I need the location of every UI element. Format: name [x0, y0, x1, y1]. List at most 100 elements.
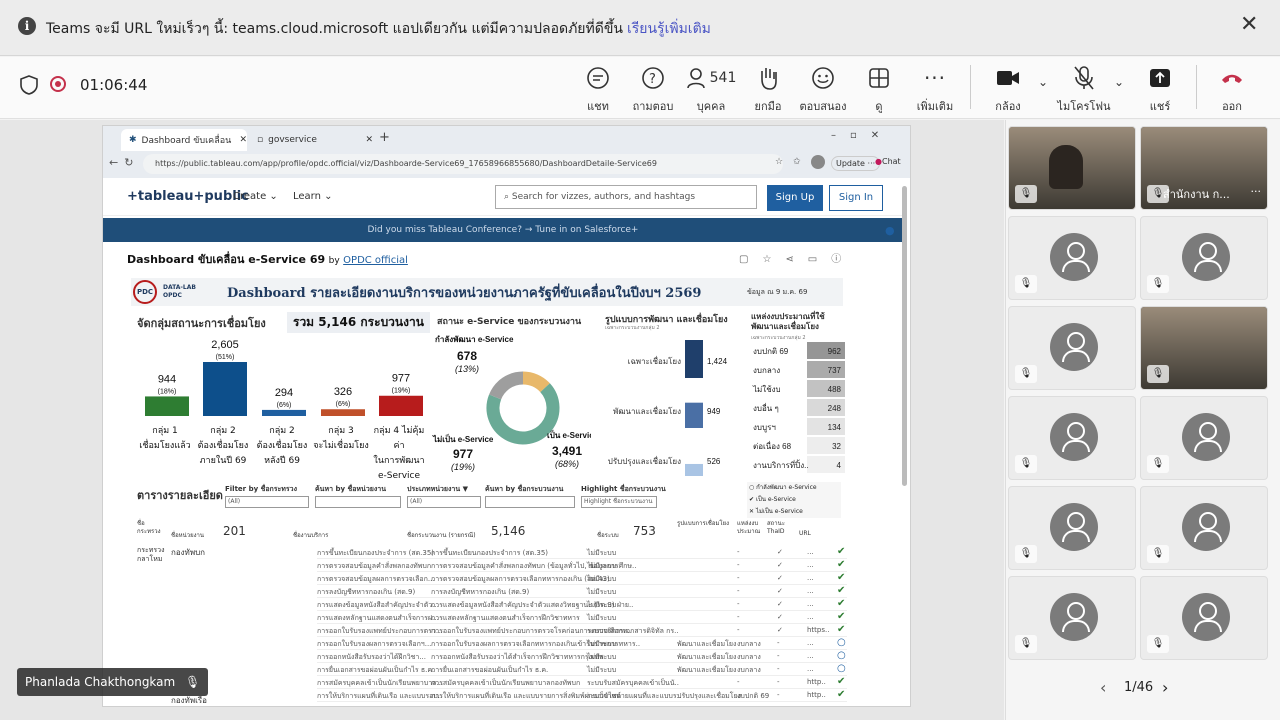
table-row[interactable]: การออกใบรับรองผลการตรวจเลือกฯ... การออกใบ…	[317, 637, 847, 650]
category-label-4: กลุ่ม 3 จะไม่เชื่อมโยง	[313, 426, 369, 451]
eservice-status-donut[interactable]: กำลังพัฒนา e-Service 678(13%) เป็น e-Servi…	[431, 328, 591, 480]
gallery-next-icon[interactable]: ›	[1162, 678, 1168, 697]
profile-avatar[interactable]	[811, 155, 825, 169]
tableau-search-input[interactable]: ⌕ Search for vizzes, authors, and hashta…	[495, 185, 757, 209]
category-label-1: กลุ่ม 1 เชื่อมโยงแล้ว	[139, 426, 191, 451]
table-row[interactable]: การออกหนังสือรับรองว่าได้ฝึกวิชา... การออ…	[317, 650, 847, 663]
share-button[interactable]: แชร์	[1130, 63, 1190, 115]
learn-more-link[interactable]: เรียนรู้เพิ่มเติม	[627, 21, 711, 37]
collections-icon[interactable]: ✩	[793, 157, 801, 167]
favorite-star-icon[interactable]: ☆	[775, 157, 783, 167]
more-button[interactable]: ··· เพิ่มเติม	[905, 63, 965, 115]
shield-icon[interactable]	[20, 75, 38, 95]
table-cell: ...	[807, 639, 814, 647]
bar	[262, 409, 306, 416]
browser-tab-govservice[interactable]: ▫ govservice ✕	[249, 129, 373, 151]
participant-tile[interactable]: 🎙	[1008, 396, 1136, 480]
table-row[interactable]: การแสดงหลักฐานแสดงตนสำเร็จการฝ... การแสดง…	[317, 611, 847, 624]
tableau-dashboard[interactable]: PDC DATA-LAB OPDC Dashboard รายละเอียดงา…	[131, 278, 873, 706]
mic-off-icon: 🎙	[185, 675, 201, 689]
camera-chevron-down-icon[interactable]: ⌄	[1038, 75, 1048, 89]
mic-chevron-down-icon[interactable]: ⌄	[1114, 75, 1124, 89]
update-button[interactable]: Update ···	[831, 156, 881, 171]
participant-tile[interactable]: 🎙	[1008, 306, 1136, 390]
people-button[interactable]: 541 บุคคล	[683, 63, 739, 115]
budget-source-table[interactable]: งบปกติ 69 962 งบกลาง 737 ไม่ใช้งบ 488 งบอื่น ๆ…	[751, 342, 845, 482]
svg-text:?: ?	[649, 72, 656, 87]
window-controls[interactable]: –▫✕	[831, 130, 893, 141]
leave-icon	[1202, 63, 1262, 93]
mic-off-icon: 🎙	[1147, 635, 1169, 653]
conference-banner[interactable]: Did you miss Tableau Conference? → Tune …	[103, 218, 903, 242]
table-row[interactable]: การยื่นเอกสารขอผ่อนผันเป็นกำไร ธ.ค. การยื…	[317, 663, 847, 676]
new-tab-icon[interactable]: +	[379, 130, 390, 145]
participant-tile[interactable]: 🎙	[1008, 486, 1136, 570]
lightbulb-icon[interactable]: ●	[885, 224, 895, 237]
nav-create[interactable]: Create ⌄	[233, 191, 278, 202]
leave-button[interactable]: ออก	[1202, 63, 1262, 115]
gallery-prev-icon[interactable]: ‹	[1100, 678, 1106, 697]
filter-label: ค้นหา by ชื่อกระบวนงาน	[485, 485, 564, 493]
table-row[interactable]: การออกใบรับรองแพทย์ประกอบการตรว... การออก…	[317, 624, 847, 637]
tableau-logo[interactable]: +tableau+public	[127, 189, 249, 204]
mic-button[interactable]: ไมโครโฟน	[1054, 63, 1114, 115]
table-cell: การสมัครบุคคลเข้าเป็นนักเรียนพยาบาล...	[317, 679, 444, 687]
participant-tile[interactable]: 🎙	[1008, 216, 1136, 300]
table-row[interactable]: การตรวจสอบข้อมูลผลการตรวจเลือก... การตรวจ…	[317, 572, 847, 585]
dev-value-label: 949	[707, 407, 721, 416]
address-bar[interactable]: https://public.tableau.com/app/profile/o…	[143, 154, 783, 174]
participant-tile[interactable]: 🎙	[1140, 306, 1268, 390]
dev-type-bar-chart[interactable]: เฉพาะเชื่อมโยง 1,424 พัฒนาและเชื่อมโยง 949 ป…	[605, 336, 745, 476]
view-button[interactable]: ดู	[849, 63, 909, 115]
react-button[interactable]: ตอบสนอง	[793, 63, 853, 115]
chat-button[interactable]: แชท	[568, 63, 628, 115]
tile-more-icon[interactable]: ···	[1251, 185, 1262, 198]
page-scrollbar[interactable]	[902, 186, 907, 486]
table-cell: การลงบัญชีทหารกองเกิน (สด.9)	[431, 588, 530, 596]
mic-off-icon: 🎙	[1015, 275, 1037, 293]
filter-input[interactable]: (All)	[225, 496, 309, 508]
bar-percent-label: (18%)	[158, 388, 177, 395]
camera-button[interactable]: กล้อง	[978, 63, 1038, 115]
participant-tile[interactable]: 🎙	[1008, 576, 1136, 660]
viz-action-icons[interactable]: ▢☆⋖▭ⓘ	[739, 250, 855, 265]
viz-title-row: Dashboard ขับเคลื่อน e-Service 69 by OPD…	[127, 250, 408, 268]
filter-input[interactable]	[485, 496, 575, 508]
table-row[interactable]: การตรวจสอบข้อมูลคำสั่งพลกองทัพบก การตรวจส…	[317, 559, 847, 572]
copilot-chat-button[interactable]: ●Chat	[875, 157, 901, 166]
nav-learn[interactable]: Learn ⌄	[293, 191, 333, 202]
table-row[interactable]: การลงบัญชีทหารกองเกิน (สด.9) การลงบัญชีทห…	[317, 585, 847, 598]
participant-tile[interactable]: 🎙	[1140, 396, 1268, 480]
table-row[interactable]: การขึ้นทะเบียนกองประจำการ (สด.35) การขึ้น…	[317, 546, 847, 559]
shared-browser-window[interactable]: ✱ Dashboard ขับเคลื่อน e-Service 69 | ✕ ▫ g…	[102, 125, 911, 707]
react-label: ตอบสนอง	[799, 100, 847, 113]
author-link[interactable]: OPDC official	[343, 255, 408, 266]
close-icon[interactable]: ✕	[1240, 14, 1258, 36]
participant-tile[interactable]: 🎙 สำนักงาน ก... ···	[1140, 126, 1268, 210]
filter-input[interactable]	[315, 496, 401, 508]
budget-value-label: 4	[837, 461, 842, 470]
sign-in-button[interactable]: Sign In	[829, 185, 883, 211]
more-label: เพิ่มเติม	[916, 100, 954, 113]
tab-close-icon[interactable]: ✕	[365, 135, 373, 145]
participant-tile[interactable]: 🎙	[1140, 486, 1268, 570]
filter-input[interactable]: (All)	[407, 496, 481, 508]
table-cell: ระบบรับสมัครบุคคลเข้าเป็นนั..	[587, 679, 680, 687]
table-row[interactable]: การแสดงข้อมูลหนังสือสำคัญประจำตัว... การแ…	[317, 598, 847, 611]
sign-up-button[interactable]: Sign Up	[767, 185, 823, 211]
nav-learn-label: Learn	[293, 191, 321, 202]
group-status-bar-chart[interactable]: 944 (18%) 2,605 (51%) 294 (6%) 326 (6%) 977 (19%)	[131, 334, 431, 418]
table-row[interactable]: การสมัครบุคคลเข้าเป็นนักเรียนพยาบาล... กา…	[317, 676, 847, 689]
browser-tab-dashboard[interactable]: ✱ Dashboard ขับเคลื่อน e-Service 69 | ✕	[121, 129, 247, 151]
nav-back-reload-icons[interactable]: ←↻	[109, 156, 139, 169]
tab-close-icon[interactable]: ✕	[239, 135, 247, 145]
qa-button[interactable]: ? ถามตอบ	[623, 63, 683, 115]
table-row[interactable]: การให้บริการแผนที่เดินเรือ และแบบรอบ.. กา…	[317, 689, 847, 702]
raise-hand-button[interactable]: ยกมือ	[738, 63, 798, 115]
avatar	[1050, 323, 1098, 371]
participant-tile[interactable]: 🎙	[1140, 216, 1268, 300]
filter-input[interactable]: Highlight ชื่อกระบวนงาน	[581, 496, 657, 508]
participant-tile[interactable]: 🎙	[1140, 576, 1268, 660]
slice-name-label: เป็น e-Service	[547, 429, 591, 440]
participant-tile[interactable]: 🎙	[1008, 126, 1136, 210]
